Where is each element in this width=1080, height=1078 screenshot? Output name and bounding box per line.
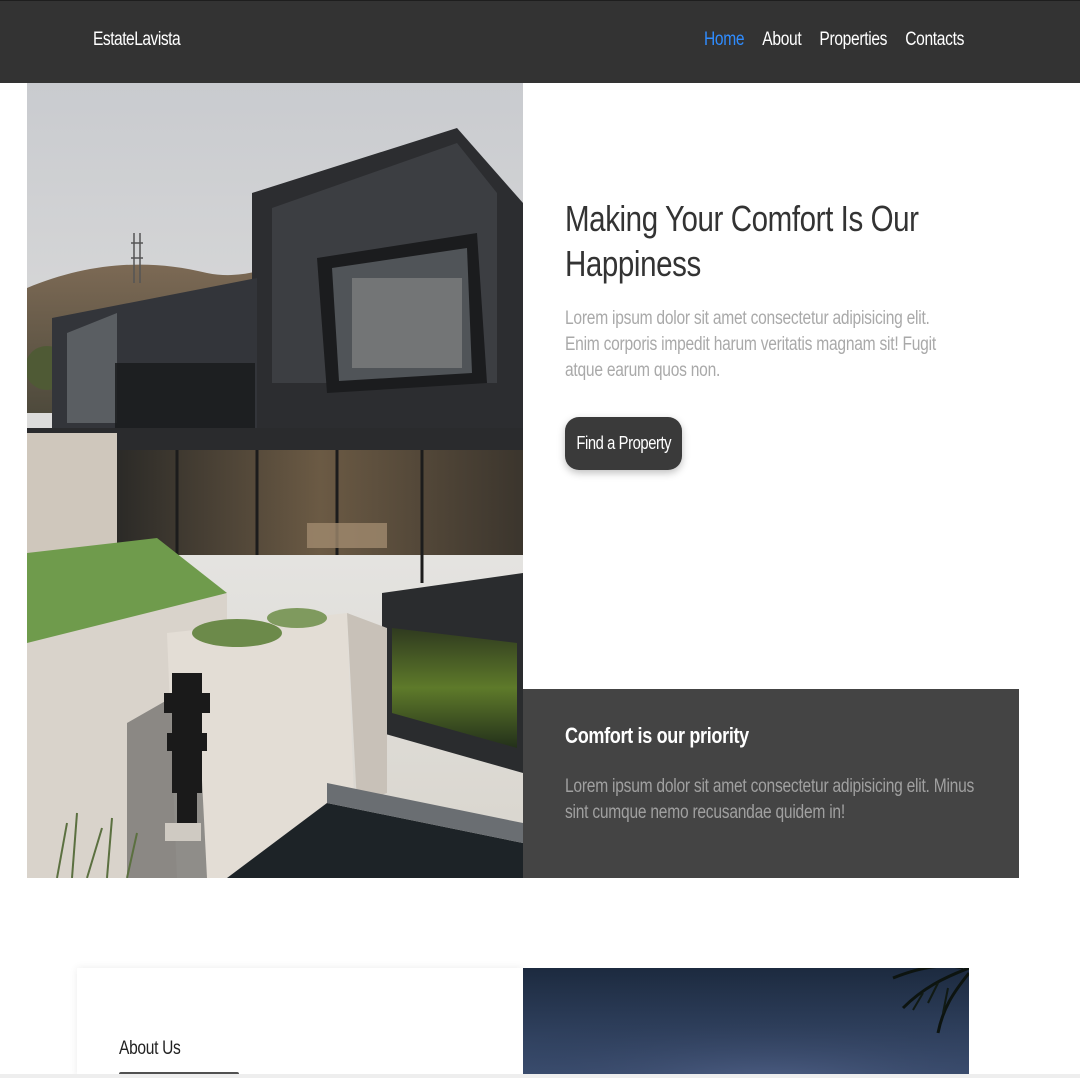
nav-link-home[interactable]: Home [704, 29, 745, 51]
nav-link-about[interactable]: About [762, 29, 801, 51]
comfort-description: Lorem ipsum dolor sit amet consectetur a… [565, 776, 975, 823]
comfort-feature-box: Comfort is our priority Lorem ipsum dolo… [523, 689, 1019, 878]
nav-link-contacts[interactable]: Contacts [905, 29, 964, 51]
brand-logo[interactable]: EstateLavista [93, 29, 181, 51]
find-property-button[interactable]: Find a Property [565, 417, 682, 470]
hero-description: Lorem ipsum dolor sit amet consectetur a… [565, 308, 936, 381]
find-property-button-label: Find a Property [576, 433, 671, 453]
about-us-label: About Us [119, 1038, 181, 1059]
hero-house-image [27, 83, 523, 878]
page-bottom-edge [0, 1074, 1080, 1078]
comfort-title: Comfort is our priority [565, 723, 749, 748]
navbar: EstateLavista Home About Properties Cont… [0, 0, 1080, 83]
nav-link-properties[interactable]: Properties [819, 29, 887, 51]
about-card: About Us [77, 968, 523, 1078]
nav-links: Home About Properties Contacts [704, 29, 982, 51]
about-night-image [523, 968, 969, 1078]
hero-heading: Making Your Comfort Is Our Happiness [565, 198, 919, 284]
